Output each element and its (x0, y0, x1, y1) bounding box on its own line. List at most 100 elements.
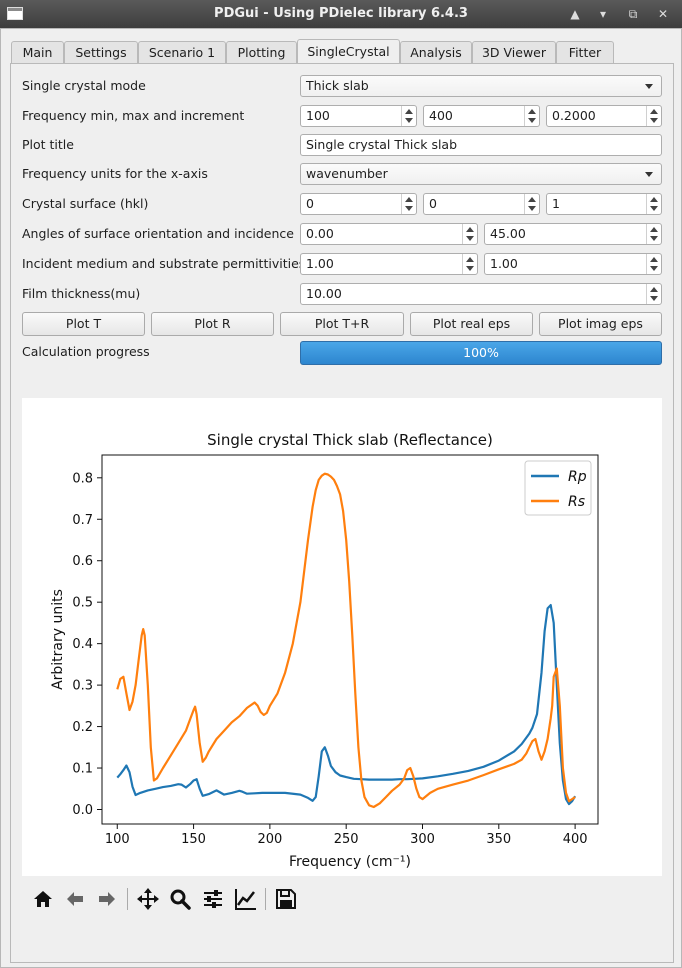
frequency-increment-value: 0.2000 (552, 108, 596, 123)
spin-arrows-icon[interactable] (401, 106, 416, 126)
chevron-down-icon (645, 172, 653, 177)
legend-label-rs: Rs (568, 494, 585, 510)
mode-value: Thick slab (306, 78, 369, 93)
x-tick-label: 150 (181, 832, 206, 847)
substrate-permittivity-spinbox[interactable]: 1.00 (484, 253, 662, 275)
y-tick-label: 0.6 (72, 554, 93, 569)
film-thickness-label: Film thickness(mu) (22, 286, 141, 301)
toolbar-separator (265, 888, 266, 910)
x-tick-label: 300 (410, 832, 435, 847)
x-tick-label: 250 (334, 832, 359, 847)
incidence-angle-value: 45.00 (490, 226, 526, 241)
spin-arrows-icon[interactable] (524, 194, 539, 214)
spin-arrows-icon[interactable] (401, 194, 416, 214)
plot-real-eps-button[interactable]: Plot real eps (410, 312, 533, 336)
l-spinbox[interactable]: 1 (546, 193, 662, 215)
frequency-increment-spinbox[interactable]: 0.2000 (546, 105, 662, 127)
units-label: Frequency units for the x-axis (22, 166, 208, 181)
k-spinbox[interactable]: 0 (423, 193, 540, 215)
pan-icon[interactable] (135, 886, 161, 912)
spin-arrows-icon[interactable] (646, 106, 661, 126)
close-icon[interactable]: ✕ (654, 5, 672, 23)
k-value: 0 (429, 196, 437, 211)
tab-plotting[interactable]: Plotting (226, 41, 297, 63)
mode-select[interactable]: Thick slab (300, 75, 662, 97)
hkl-label: Crystal surface (hkl) (22, 196, 149, 211)
calculation-progress-bar: 100% (300, 341, 662, 365)
y-tick-label: 0.2 (72, 720, 93, 735)
permittivities-label: Incident medium and substrate permittivi… (22, 256, 306, 271)
l-value: 1 (552, 196, 560, 211)
substrate-permittivity-value: 1.00 (490, 256, 518, 271)
x-tick-label: 100 (105, 832, 130, 847)
plot-t-plus-r-button[interactable]: Plot T+R (280, 312, 404, 336)
y-tick-label: 0.7 (72, 513, 93, 528)
spin-arrows-icon[interactable] (646, 284, 661, 304)
toolbar-separator (127, 888, 128, 910)
singlecrystal-panel: Single crystal mode Thick slab Frequency… (10, 63, 674, 963)
incident-permittivity-value: 1.00 (306, 256, 334, 271)
minimize-icon[interactable]: ▾ (594, 5, 612, 23)
configure-subplots-icon[interactable] (200, 886, 226, 912)
x-tick-label: 200 (257, 832, 282, 847)
mode-label: Single crystal mode (22, 78, 146, 93)
x-axis-label: Frequency (cm⁻¹) (289, 854, 411, 870)
edit-axis-icon[interactable] (233, 886, 259, 912)
frequency-min-value: 100 (306, 108, 330, 123)
incidence-angle-spinbox[interactable]: 45.00 (484, 223, 662, 245)
tab-singlecrystal[interactable]: SingleCrystal (297, 39, 400, 64)
tab-fitter[interactable]: Fitter (556, 41, 614, 63)
tab-3d-viewer[interactable]: 3D Viewer (472, 41, 556, 63)
spin-arrows-icon[interactable] (524, 106, 539, 126)
progress-label: Calculation progress (22, 344, 150, 359)
progress-text: 100% (463, 345, 499, 360)
maximize-icon[interactable]: ⧉ (624, 5, 642, 23)
frequency-max-spinbox[interactable]: 400 (423, 105, 540, 127)
y-axis-label: Arbitrary units (50, 589, 66, 690)
plot-t-button[interactable]: Plot T (22, 312, 145, 336)
h-value: 0 (306, 196, 314, 211)
reflectance-chart[interactable]: Single crystal Thick slab (Reflectance) 1… (22, 398, 662, 876)
spin-arrows-icon[interactable] (462, 254, 477, 274)
spin-arrows-icon[interactable] (646, 224, 661, 244)
home-icon[interactable] (30, 886, 56, 912)
film-thickness-value: 10.00 (306, 286, 342, 301)
frequency-label: Frequency min, max and increment (22, 108, 245, 123)
tab-analysis[interactable]: Analysis (400, 41, 472, 63)
zoom-icon[interactable] (167, 886, 193, 912)
chart-title: Single crystal Thick slab (Reflectance) (207, 431, 493, 449)
title-bar: PDGui - Using PDielec library 6.4.3 ▲ ▾ … (0, 0, 682, 28)
plot-canvas[interactable]: Single crystal Thick slab (Reflectance) 1… (22, 398, 662, 876)
y-tick-label: 0.5 (72, 596, 93, 611)
spin-arrows-icon[interactable] (646, 254, 661, 274)
units-select[interactable]: wavenumber (300, 163, 662, 185)
y-tick-label: 0.4 (72, 637, 93, 652)
film-thickness-spinbox[interactable]: 10.00 (300, 283, 662, 305)
plot-title-input[interactable]: Single crystal Thick slab (300, 134, 662, 156)
orientation-angle-spinbox[interactable]: 0.00 (300, 223, 478, 245)
plot-title-label: Plot title (22, 137, 74, 152)
main-window: Main Settings Scenario 1 Plotting Single… (0, 28, 682, 968)
plot-imag-eps-button[interactable]: Plot imag eps (539, 312, 662, 336)
y-tick-label: 0.8 (72, 471, 93, 486)
save-icon[interactable] (273, 886, 299, 912)
y-tick-label: 0.3 (72, 679, 93, 694)
tab-settings[interactable]: Settings (64, 41, 138, 63)
tab-main[interactable]: Main (11, 41, 64, 63)
forward-icon[interactable] (94, 886, 120, 912)
angles-label: Angles of surface orientation and incide… (22, 226, 294, 241)
h-spinbox[interactable]: 0 (300, 193, 417, 215)
y-tick-label: 0.1 (72, 762, 93, 777)
units-value: wavenumber (306, 166, 388, 181)
spin-arrows-icon[interactable] (646, 194, 661, 214)
orientation-angle-value: 0.00 (306, 226, 334, 241)
spin-arrows-icon[interactable] (462, 224, 477, 244)
plot-r-button[interactable]: Plot R (151, 312, 274, 336)
back-icon[interactable] (62, 886, 88, 912)
keep-above-icon[interactable]: ▲ (566, 5, 584, 23)
series-line-rp (116, 604, 577, 806)
tab-scenario-1[interactable]: Scenario 1 (138, 41, 226, 63)
legend-label-rp: Rp (568, 469, 587, 485)
frequency-min-spinbox[interactable]: 100 (300, 105, 417, 127)
incident-permittivity-spinbox[interactable]: 1.00 (300, 253, 478, 275)
